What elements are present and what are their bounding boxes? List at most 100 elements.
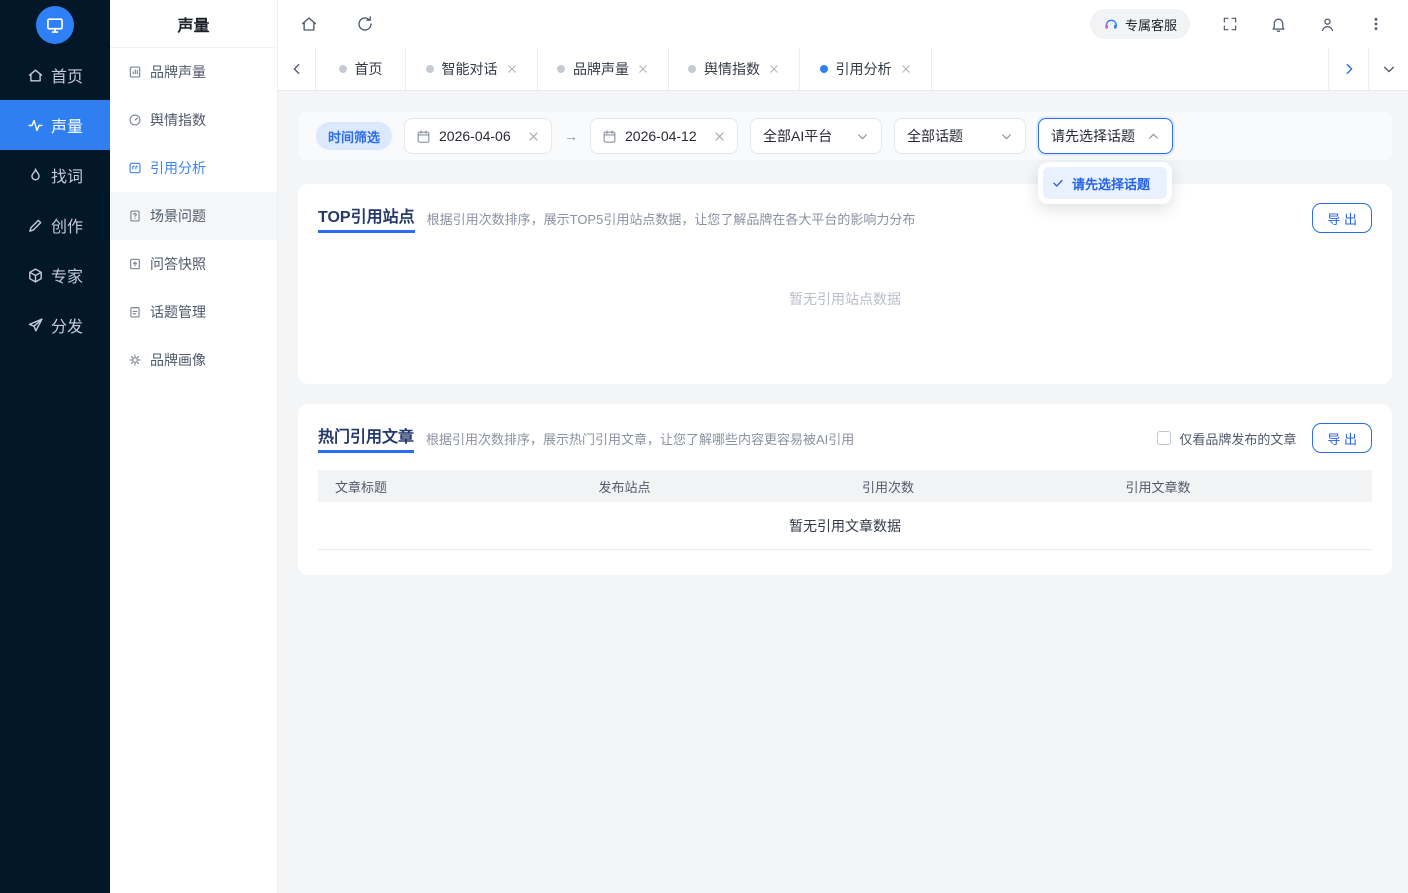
sidebar-item-citation-analysis[interactable]: 引用分析	[110, 144, 277, 192]
close-icon	[770, 65, 778, 73]
card-description: 根据引用次数排序，展示TOP5引用站点数据，让您了解品牌在各大平台的影响力分布	[426, 211, 916, 227]
top-header-bar: 专属客服	[278, 0, 1408, 48]
flame-icon	[31, 167, 40, 180]
top-citation-sites-card: TOP引用站点 根据引用次数排序，展示TOP5引用站点数据，让您了解品牌在各大平…	[298, 184, 1392, 384]
tab-close-button[interactable]	[768, 63, 780, 75]
tab-label: 品牌声量	[573, 61, 629, 77]
rail-item-label: 找词	[50, 169, 83, 186]
close-icon	[901, 65, 910, 73]
close-icon	[639, 65, 647, 73]
column-header-article-title: 文章标题	[335, 479, 388, 495]
home-button[interactable]	[300, 15, 318, 33]
clear-icon[interactable]	[713, 130, 726, 143]
app-logo[interactable]	[0, 0, 110, 50]
sidebar-item-label: 品牌声量	[150, 64, 206, 80]
headset-icon	[1105, 19, 1117, 29]
rail-item-expert[interactable]: 专家	[0, 250, 110, 300]
end-date-picker[interactable]: 2026-04-12	[590, 118, 739, 154]
tab-brand-volume[interactable]: 品牌声量	[538, 48, 669, 90]
page-content: 时间筛选 2026-04-06 → 2026-04-12 全部AI平台 全部话题	[278, 91, 1408, 893]
topic-dropdown-option[interactable]: 请先选择话题	[1043, 167, 1168, 199]
brand-only-checkbox[interactable]	[1157, 431, 1172, 445]
topic-dropdown-panel: 请先选择话题	[1038, 162, 1173, 204]
sidebar-item-label: 问答快照	[150, 256, 206, 272]
rail-item-label: 分发	[50, 319, 83, 336]
end-date-value: 2026-04-12	[625, 128, 697, 144]
sidebar-item-sentiment-index[interactable]: 舆情指数	[110, 96, 277, 144]
topic-select[interactable]: 全部话题	[894, 118, 1027, 154]
tab-close-button[interactable]	[900, 63, 912, 75]
support-service-button[interactable]: 专属客服	[1089, 9, 1190, 39]
column-header-cited-article-count: 引用文章数	[1125, 479, 1191, 495]
chevron-down-icon	[1002, 133, 1011, 139]
fullscreen-icon	[1223, 17, 1237, 31]
sidebar-item-brand-portrait[interactable]: 品牌画像	[110, 336, 277, 384]
start-date-picker[interactable]: 2026-04-06	[404, 118, 553, 154]
topic-choose-value: 请先选择话题	[1051, 128, 1136, 144]
sidebar-item-label: 话题管理	[150, 304, 206, 320]
sidebar-item-label: 舆情指数	[150, 112, 206, 128]
sidebar-item-topic-management[interactable]: 话题管理	[110, 288, 277, 336]
home-icon	[301, 17, 317, 31]
rail-item-label: 专家	[50, 269, 83, 286]
tabs-menu-button[interactable]	[1368, 48, 1408, 90]
chevron-down-icon	[858, 133, 867, 139]
ai-platform-select[interactable]: 全部AI平台	[750, 118, 883, 154]
refresh-button[interactable]	[356, 15, 374, 33]
rail-item-create[interactable]: 创作	[0, 200, 110, 250]
export-button[interactable]: 导 出	[1312, 423, 1372, 453]
tab-close-button[interactable]	[637, 63, 649, 75]
tabs-scroll-right-button[interactable]	[1328, 48, 1368, 90]
fullscreen-button[interactable]	[1222, 16, 1238, 32]
account-button[interactable]	[1319, 16, 1336, 33]
sidebar-title: 声量	[110, 0, 277, 48]
rail-item-home[interactable]: 首页	[0, 50, 110, 100]
scenario-question-icon	[130, 210, 140, 222]
citation-analysis-icon	[129, 162, 141, 174]
pulse-icon	[28, 119, 43, 131]
topic-management-icon	[130, 307, 140, 318]
filter-bar: 时间筛选 2026-04-06 → 2026-04-12 全部AI平台 全部话题	[298, 112, 1392, 204]
start-date-value: 2026-04-06	[439, 128, 511, 144]
tab-sentiment-index[interactable]: 舆情指数	[669, 48, 800, 90]
ai-platform-value: 全部AI平台	[763, 128, 833, 144]
tab-home[interactable]: 首页	[316, 48, 406, 90]
hot-cited-articles-card: 热门引用文章 根据引用次数排序，展示热门引用文章，让您了解哪些内容更容易被AI引…	[298, 404, 1392, 575]
chevron-down-icon	[1383, 66, 1394, 73]
tab-citation-analysis[interactable]: 引用分析	[800, 48, 932, 90]
topic-choose-select[interactable]: 请先选择话题	[1038, 118, 1174, 154]
brand-only-filter[interactable]: 仅看品牌发布的文章	[1157, 429, 1296, 448]
check-icon	[1053, 179, 1063, 187]
card-description: 根据引用次数排序，展示热门引用文章，让您了解哪些内容更容易被AI引用	[426, 431, 855, 447]
pen-icon	[29, 219, 42, 232]
chevron-up-icon	[1149, 133, 1158, 139]
export-button[interactable]: 导 出	[1312, 203, 1372, 233]
dropdown-option-label: 请先选择话题	[1072, 176, 1151, 192]
tab-status-dot	[819, 65, 828, 73]
sentiment-index-icon	[129, 114, 141, 126]
rail-item-find-words[interactable]: 找词	[0, 150, 110, 200]
sidebar-item-brand-volume[interactable]: 品牌声量	[110, 48, 277, 96]
cube-icon	[29, 267, 42, 283]
home-icon	[28, 68, 43, 82]
tab-smart-chat[interactable]: 智能对话	[406, 48, 538, 90]
sidebar-item-qa-snapshot[interactable]: 问答快照	[110, 240, 277, 288]
tab-close-button[interactable]	[506, 63, 518, 75]
clear-icon[interactable]	[527, 130, 540, 143]
more-menu-button[interactable]	[1368, 16, 1384, 32]
date-range-separator: →	[564, 128, 579, 144]
table-header-row: 文章标题 发布站点 引用次数 引用文章数	[318, 470, 1372, 502]
topic-value: 全部话题	[907, 128, 964, 144]
rail-item-label: 创作	[50, 219, 83, 236]
tabs-scroll-left-button[interactable]	[278, 48, 316, 90]
articles-table: 文章标题 发布站点 引用次数 引用文章数 暂无引用文章数据	[318, 470, 1372, 550]
rail-item-label: 声量	[50, 119, 83, 136]
paper-plane-icon	[28, 317, 43, 332]
notifications-button[interactable]	[1270, 16, 1287, 33]
main-area: 专属客服 首页 智能对话 品牌声量 舆情指数 引用分析 时间筛选 2026-04…	[278, 0, 1408, 893]
sidebar-item-scenario-question[interactable]: 场景问题	[110, 192, 277, 240]
rail-item-distribute[interactable]: 分发	[0, 300, 110, 350]
rail-item-volume[interactable]: 声量	[0, 100, 110, 150]
tab-status-dot	[557, 65, 565, 73]
kebab-menu-icon	[1374, 17, 1378, 31]
